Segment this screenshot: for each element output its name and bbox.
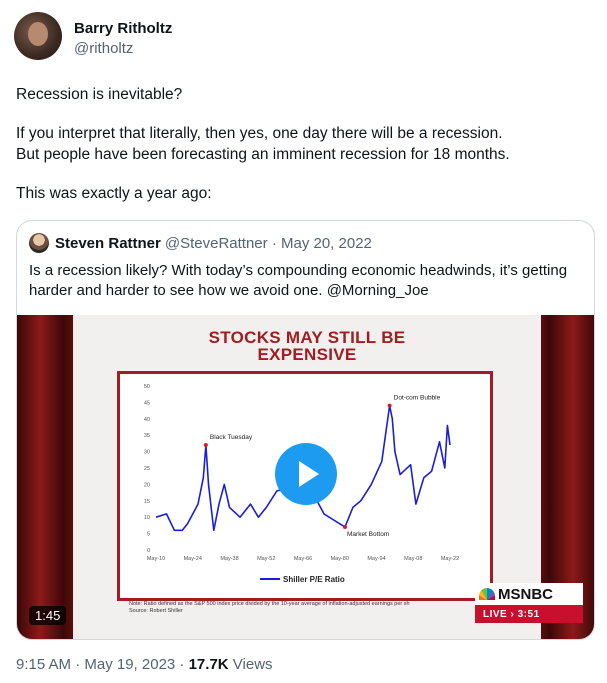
- annotation-label: Black Tuesday: [210, 434, 253, 441]
- quote-author-name: Steven Rattner: [55, 234, 161, 252]
- views-label: Views: [228, 656, 273, 673]
- network-name: MSNBC: [498, 585, 553, 603]
- peacock-icon: [479, 588, 495, 600]
- slide-title-line-2: EXPENSIVE: [257, 345, 357, 364]
- x-tick-label: May-66: [294, 556, 312, 562]
- y-tick-label: 10: [144, 515, 150, 521]
- slide-title-line-1: STOCKS MAY STILL BE: [208, 328, 406, 347]
- author-handle[interactable]: @ritholtz: [74, 40, 172, 57]
- y-tick-label: 15: [144, 499, 150, 505]
- y-tick-label: 5: [147, 532, 150, 538]
- tweet-timestamp[interactable]: 9:15 AM · May 19, 2023 ·: [16, 656, 189, 673]
- quote-text: Is a recession likely? With today’s comp…: [29, 262, 568, 299]
- x-tick-label: May-10: [147, 556, 165, 562]
- chart-note-line-1: Note: Ratio defined as the S&P 500 index…: [129, 601, 410, 607]
- annotation-point: [387, 403, 392, 408]
- legend-label: Shiller P/E Ratio: [283, 575, 345, 584]
- msnbc-logo: MSNBC: [475, 583, 583, 605]
- y-tick-label: 35: [144, 433, 150, 439]
- y-tick-label: 30: [144, 450, 150, 456]
- y-tick-label: 40: [144, 417, 150, 423]
- live-indicator: LIVE › 3:51: [475, 605, 583, 623]
- chart-note: Note: Ratio defined as the S&P 500 index…: [129, 601, 449, 615]
- quote-meta: @SteveRattner · May 20, 2022: [164, 234, 372, 252]
- annotation-point: [203, 443, 208, 448]
- x-tick-label: May-52: [257, 556, 275, 562]
- annotation-label: Dot-com Bubble: [394, 395, 441, 402]
- slide-title: STOCKS MAY STILL BE EXPENSIVE: [73, 329, 541, 363]
- quote-avatar: [29, 233, 49, 253]
- tweet-paragraph-3: This was exactly a year ago:: [16, 185, 212, 202]
- views-count: 17.7K: [188, 656, 229, 673]
- video-player[interactable]: STOCKS MAY STILL BE EXPENSIVE 0 5 10 15 20 25…: [17, 315, 594, 639]
- x-tick-label: May-24: [184, 556, 202, 562]
- x-tick-label: May-94: [367, 556, 385, 562]
- msnbc-bug: MSNBC LIVE › 3:51: [475, 583, 583, 627]
- y-tick-label: 25: [144, 466, 150, 472]
- author-avatar[interactable]: [14, 12, 62, 60]
- annotation-label: Market Bottom: [347, 531, 389, 538]
- x-tick-label: May-38: [220, 556, 238, 562]
- x-tick-label: May-08: [404, 556, 422, 562]
- y-tick-label: 0: [147, 548, 150, 554]
- y-tick-label: 20: [144, 482, 150, 488]
- tweet-footer: 9:15 AM · May 19, 2023 · 17.7K Views: [16, 656, 273, 673]
- chart-note-line-2: Source: Robert Shiller: [129, 608, 183, 614]
- tweet-paragraph-1: Recession is inevitable?: [16, 86, 183, 103]
- y-tick-label: 45: [144, 400, 150, 406]
- play-button[interactable]: [275, 443, 337, 505]
- annotation-point: [343, 525, 347, 530]
- video-duration: 1:45: [29, 606, 67, 625]
- author-names: Barry Ritholtz @ritholtz: [74, 20, 172, 57]
- author-name[interactable]: Barry Ritholtz: [74, 20, 172, 37]
- tweet-text: Recession is inevitable? If you interpre…: [16, 84, 591, 222]
- tweet-header: Barry Ritholtz @ritholtz: [14, 12, 172, 60]
- tweet-paragraph-2: If you interpret that literally, then ye…: [16, 125, 510, 163]
- y-tick-label: 50: [144, 384, 150, 390]
- x-tick-label: May-22: [441, 556, 459, 562]
- quoted-tweet[interactable]: Steven Rattner @SteveRattner · May 20, 2…: [16, 220, 595, 640]
- quote-header: Steven Rattner @SteveRattner · May 20, 2…: [29, 233, 372, 253]
- x-tick-label: May-80: [331, 556, 349, 562]
